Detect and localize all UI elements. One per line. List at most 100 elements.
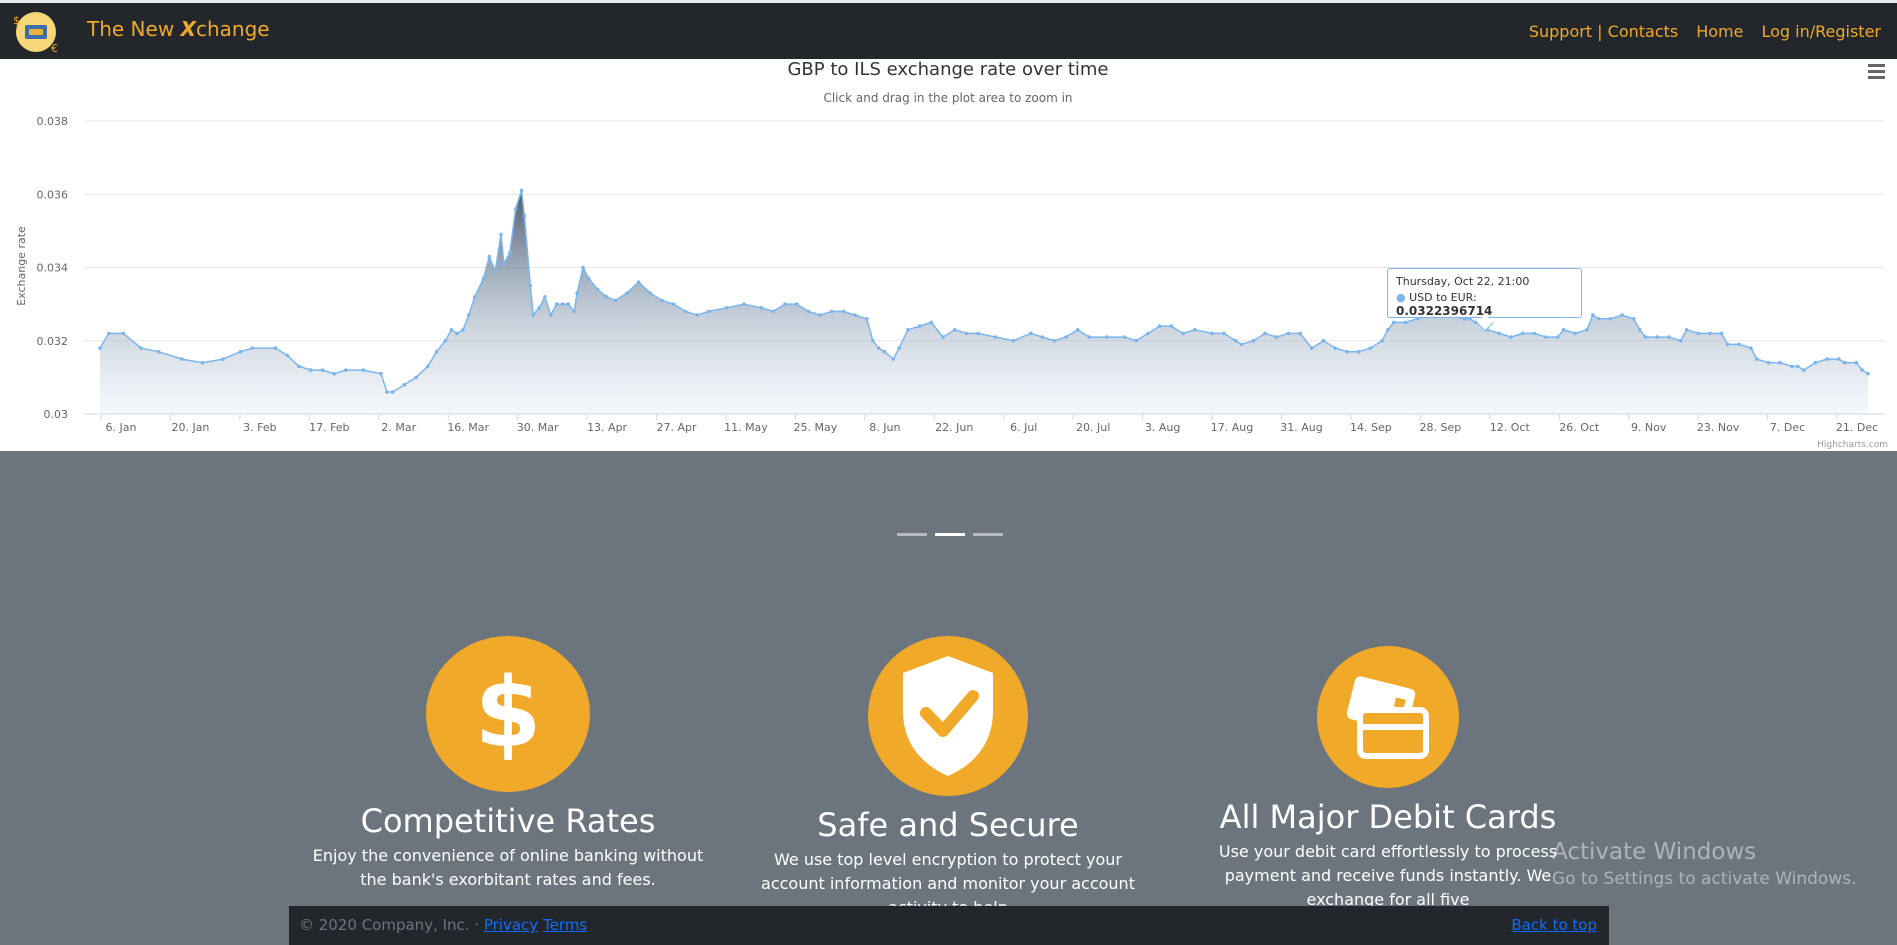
data-point[interactable]: [390, 390, 395, 394]
data-point[interactable]: [1134, 338, 1138, 343]
data-point[interactable]: [472, 295, 477, 299]
data-point[interactable]: [897, 346, 901, 350]
data-point[interactable]: [636, 280, 641, 284]
data-point[interactable]: [1222, 331, 1226, 336]
data-point[interactable]: [297, 364, 301, 369]
exchange-rate-chart[interactable]: 0.03 0.032 0.034 0.036 0.038 6. Jan 20. Jan 3.…: [0, 59, 1897, 451]
data-point[interactable]: [1239, 342, 1244, 347]
data-point[interactable]: [1860, 368, 1864, 372]
data-point[interactable]: [1298, 331, 1302, 336]
footer-terms-link[interactable]: Terms: [543, 916, 587, 934]
data-point[interactable]: [575, 291, 579, 295]
data-point[interactable]: [906, 328, 910, 332]
data-point[interactable]: [993, 335, 998, 339]
data-point[interactable]: [876, 346, 881, 350]
highcharts-credits[interactable]: Highcharts.com: [1817, 440, 1888, 450]
data-point[interactable]: [1708, 331, 1712, 336]
data-point[interactable]: [1755, 357, 1759, 361]
data-point[interactable]: [1274, 335, 1279, 339]
data-point[interactable]: [1345, 349, 1349, 354]
data-point[interactable]: [467, 313, 471, 317]
data-point[interactable]: [320, 368, 325, 372]
data-point[interactable]: [1064, 335, 1068, 339]
data-point[interactable]: [671, 302, 676, 306]
data-point[interactable]: [1790, 364, 1794, 369]
data-point[interactable]: [543, 295, 547, 299]
data-point[interactable]: [560, 302, 565, 306]
data-point[interactable]: [917, 324, 922, 328]
data-point[interactable]: [121, 331, 126, 336]
data-point[interactable]: [1520, 331, 1525, 336]
data-point[interactable]: [871, 338, 875, 343]
data-point[interactable]: [660, 298, 664, 303]
data-point[interactable]: [487, 254, 492, 259]
data-point[interactable]: [941, 335, 945, 339]
data-point[interactable]: [200, 360, 205, 365]
data-point[interactable]: [841, 309, 846, 314]
data-point[interactable]: [180, 357, 184, 361]
data-point[interactable]: [1813, 360, 1818, 365]
data-point[interactable]: [449, 328, 454, 332]
data-point[interactable]: [1854, 360, 1859, 365]
data-point[interactable]: [1392, 320, 1396, 325]
data-point[interactable]: [1719, 331, 1724, 336]
data-point[interactable]: [595, 287, 600, 292]
data-point[interactable]: [1795, 364, 1800, 369]
data-point[interactable]: [625, 291, 629, 295]
data-point[interactable]: [830, 309, 834, 314]
data-point[interactable]: [1386, 328, 1390, 332]
data-point[interactable]: [1585, 328, 1589, 332]
data-point[interactable]: [724, 306, 729, 310]
data-point[interactable]: [537, 306, 541, 310]
data-point[interactable]: [1532, 331, 1537, 336]
data-point[interactable]: [1667, 335, 1671, 339]
data-point[interactable]: [414, 375, 418, 380]
data-point[interactable]: [1011, 338, 1016, 343]
data-point[interactable]: [344, 368, 348, 372]
data-point[interactable]: [107, 331, 111, 336]
data-point[interactable]: [759, 306, 764, 310]
data-point[interactable]: [1169, 324, 1174, 328]
data-point[interactable]: [1193, 328, 1197, 332]
data-point[interactable]: [1040, 335, 1045, 339]
data-point[interactable]: [929, 320, 934, 325]
data-point[interactable]: [1356, 349, 1361, 354]
data-point[interactable]: [1678, 338, 1683, 343]
data-point[interactable]: [502, 262, 506, 266]
data-point[interactable]: [683, 309, 688, 314]
data-point[interactable]: [513, 207, 518, 211]
data-point[interactable]: [139, 346, 143, 350]
data-point[interactable]: [1561, 328, 1566, 332]
data-point[interactable]: [1825, 357, 1829, 361]
data-point[interactable]: [361, 368, 366, 372]
hamburger-menu-icon[interactable]: [1868, 64, 1885, 79]
data-point[interactable]: [1655, 335, 1659, 339]
exchange-logo-icon[interactable]: $ €: [10, 10, 62, 54]
data-point[interactable]: [1368, 346, 1373, 350]
data-point[interactable]: [648, 291, 653, 295]
data-point[interactable]: [493, 269, 498, 273]
data-point[interactable]: [1749, 346, 1753, 350]
data-point[interactable]: [1509, 335, 1513, 339]
data-point[interactable]: [1105, 335, 1109, 339]
data-point[interactable]: [221, 357, 225, 361]
data-point[interactable]: [1866, 371, 1870, 376]
data-point[interactable]: [1029, 331, 1033, 336]
data-point[interactable]: [1801, 368, 1806, 372]
data-point[interactable]: [1555, 335, 1560, 339]
data-point[interactable]: [707, 309, 711, 314]
data-point[interactable]: [1637, 328, 1642, 332]
nav-support-contacts[interactable]: Support | Contacts: [1529, 22, 1678, 41]
data-point[interactable]: [1737, 342, 1741, 347]
data-point[interactable]: [1181, 331, 1185, 336]
data-point[interactable]: [1286, 331, 1291, 336]
data-point[interactable]: [1075, 328, 1080, 332]
data-point[interactable]: [531, 313, 535, 317]
data-point[interactable]: [566, 302, 571, 306]
data-point[interactable]: [554, 302, 559, 306]
data-point[interactable]: [1122, 335, 1127, 339]
data-point[interactable]: [1725, 342, 1730, 347]
data-point[interactable]: [528, 284, 533, 288]
data-point[interactable]: [434, 349, 439, 354]
data-point[interactable]: [508, 251, 512, 255]
